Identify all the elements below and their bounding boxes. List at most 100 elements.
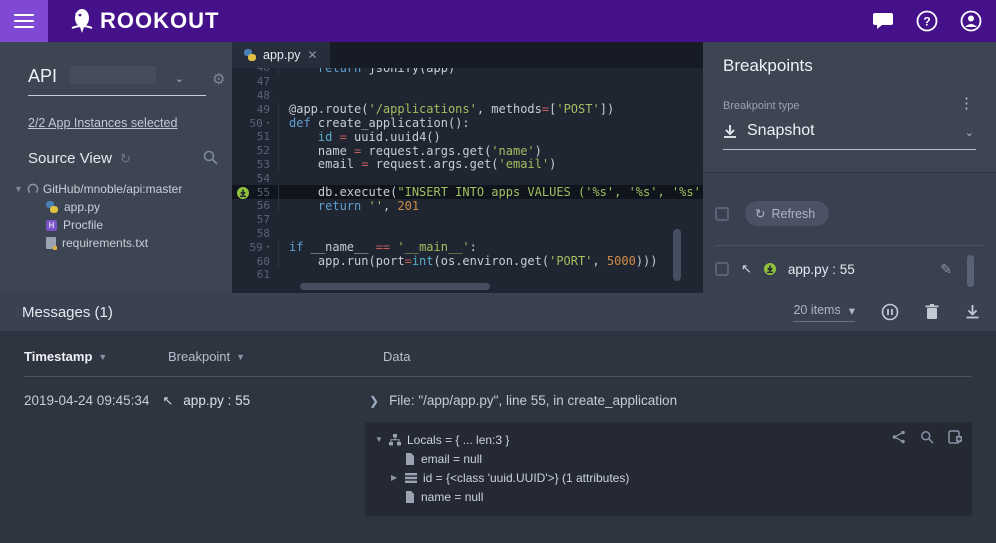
- panel-scrollbar[interactable]: [967, 255, 974, 287]
- messages-header: Messages (1) 20 items ▾: [0, 293, 996, 331]
- code-line-50[interactable]: 50▾def create_application():: [232, 116, 703, 130]
- tree-file-requirements-txt[interactable]: requirements.txt: [46, 236, 182, 250]
- messages-table-header: Timestamp▼ Breakpoint▼ Data: [24, 349, 972, 377]
- gutter-line-46[interactable]: 46: [232, 68, 278, 74]
- tree-file-Procfile[interactable]: HProcfile: [46, 218, 182, 232]
- app-select-placeholder: [70, 66, 156, 84]
- caret-right-icon[interactable]: ▶: [391, 473, 399, 482]
- svg-text:?: ?: [923, 15, 930, 29]
- chat-icon[interactable]: [872, 10, 894, 32]
- code-line-60[interactable]: 60 app.run(port=int(os.environ.get('PORT…: [232, 254, 703, 268]
- python-file-icon: [46, 201, 58, 213]
- gutter-line-48[interactable]: 48: [232, 89, 278, 102]
- code-line-49[interactable]: 49@app.route('/applications', methods=['…: [232, 102, 703, 116]
- column-header-breakpoint[interactable]: Breakpoint▼: [168, 349, 383, 364]
- edit-pencil-icon[interactable]: ✎: [940, 261, 952, 278]
- gutter-line-58[interactable]: 58: [232, 227, 278, 240]
- breakpoint-type-select[interactable]: Snapshot ⌄: [723, 122, 976, 150]
- code-line-53[interactable]: 53 email = request.args.get('email'): [232, 158, 703, 172]
- rookout-logo: ROOKOUT: [70, 8, 219, 34]
- file-leaf-icon: [405, 491, 415, 503]
- message-row[interactable]: 2019-04-24 09:45:34 ↖ app.py : 55 ❯ File…: [24, 393, 972, 516]
- messages-panel: Messages (1) 20 items ▾ Timestamp▼ Break…: [0, 293, 996, 543]
- column-header-data: Data: [383, 349, 972, 364]
- gutter-line-60[interactable]: 60: [232, 255, 278, 268]
- chevron-down-icon: ▾: [849, 303, 855, 318]
- chevron-down-icon: ⌄: [175, 72, 184, 85]
- tree-root-repo[interactable]: ▼ GitHub/mnoble/api:master: [14, 182, 182, 196]
- code-area[interactable]: 46 return jsonify(app)474849@app.route('…: [232, 68, 703, 293]
- gutter-line-54[interactable]: 54: [232, 172, 278, 185]
- locals-child-row[interactable]: name = null: [375, 487, 962, 506]
- gutter-line-57[interactable]: 57: [232, 213, 278, 226]
- kebab-menu-icon[interactable]: ⋮: [959, 94, 974, 112]
- tab-app-py[interactable]: app.py ✕: [232, 42, 330, 68]
- share-icon[interactable]: [892, 430, 906, 444]
- gutter-line-49[interactable]: 49: [232, 103, 278, 116]
- gutter-line-51[interactable]: 51: [232, 130, 278, 143]
- caret-down-icon: ▼: [375, 435, 383, 444]
- help-icon[interactable]: ?: [916, 10, 938, 32]
- close-icon[interactable]: ✕: [308, 48, 318, 62]
- fold-icon[interactable]: ▾: [266, 243, 270, 251]
- gutter-line-61[interactable]: 61: [232, 268, 278, 281]
- code-line-46[interactable]: 46 return jsonify(app): [232, 68, 703, 75]
- refresh-checkbox[interactable]: [715, 207, 729, 221]
- code-line-59[interactable]: 59▾if __name__ == '__main__':: [232, 240, 703, 254]
- breakpoint-checkbox[interactable]: [715, 262, 729, 276]
- logo-text: ROOKOUT: [100, 8, 219, 34]
- locals-child-row[interactable]: ▶id = {<class 'uuid.UUID'>} (1 attribute…: [375, 468, 962, 487]
- chevron-down-icon: ⌄: [965, 126, 974, 139]
- code-line-47[interactable]: 47: [232, 75, 703, 89]
- hamburger-menu-button[interactable]: [0, 0, 48, 42]
- app-select-dropdown[interactable]: API ⌄: [28, 66, 206, 96]
- tree-file-app-py[interactable]: app.py: [46, 200, 182, 214]
- gutter-line-59[interactable]: 59▾: [232, 241, 278, 254]
- app-instances-link[interactable]: 2/2 App Instances selected: [28, 116, 177, 130]
- code-line-52[interactable]: 52 name = request.args.get('name'): [232, 144, 703, 158]
- breakpoint-icon: [237, 187, 249, 199]
- gutter-line-55[interactable]: 55: [232, 186, 278, 199]
- breakpoint-type-label: Breakpoint type: [723, 100, 799, 112]
- breakpoint-type-value: Snapshot: [747, 122, 815, 140]
- sync-icon[interactable]: ↻: [120, 151, 131, 167]
- top-bar: ROOKOUT ?: [0, 0, 996, 42]
- profile-icon[interactable]: [960, 10, 982, 32]
- locals-child-row[interactable]: email = null: [375, 449, 962, 468]
- vertical-scrollbar[interactable]: [673, 229, 681, 281]
- code-line-61[interactable]: 61: [232, 268, 703, 282]
- gutter-line-52[interactable]: 52: [232, 144, 278, 157]
- breakpoint-list-item[interactable]: ↖app.py : 55✎: [715, 261, 986, 277]
- gutter-line-47[interactable]: 47: [232, 75, 278, 88]
- column-header-timestamp[interactable]: Timestamp▼: [24, 349, 168, 364]
- source-view-label: Source View: [28, 150, 112, 167]
- horizontal-scrollbar[interactable]: [300, 283, 490, 290]
- code-line-58[interactable]: 58: [232, 227, 703, 241]
- code-line-48[interactable]: 48: [232, 89, 703, 103]
- fold-icon[interactable]: ▾: [266, 119, 270, 127]
- arrow-up-left-icon: ↖: [741, 261, 752, 277]
- refresh-button[interactable]: ↻ Refresh: [745, 201, 829, 226]
- locals-root-row[interactable]: ▼ Locals = { ... len:3 }: [375, 430, 962, 449]
- download-icon[interactable]: [965, 304, 980, 320]
- gear-icon[interactable]: ⚙: [212, 70, 225, 88]
- procfile-icon: H: [46, 220, 57, 231]
- search-icon[interactable]: [203, 150, 218, 165]
- code-line-57[interactable]: 57: [232, 213, 703, 227]
- search-icon[interactable]: [920, 430, 934, 444]
- sort-icon: ▼: [236, 352, 245, 362]
- snapshot-icon: [723, 124, 737, 139]
- gutter-line-53[interactable]: 53: [232, 158, 278, 171]
- code-line-54[interactable]: 54: [232, 171, 703, 185]
- copy-plus-icon[interactable]: [948, 430, 962, 444]
- pause-icon[interactable]: [881, 303, 899, 321]
- stack-frame-summary[interactable]: ❯ File: "/app/app.py", line 55, in creat…: [369, 393, 972, 408]
- gutter-line-56[interactable]: 56: [232, 199, 278, 212]
- gutter-line-50[interactable]: 50▾: [232, 117, 278, 130]
- trash-icon[interactable]: [925, 304, 939, 320]
- editor-tab-bar: app.py ✕: [232, 42, 703, 68]
- items-per-page-select[interactable]: 20 items ▾: [793, 303, 855, 322]
- code-line-56[interactable]: 56 return '', 201: [232, 199, 703, 213]
- code-line-55[interactable]: 55 db.execute("INSERT INTO apps VALUES (…: [232, 185, 703, 199]
- code-line-51[interactable]: 51 id = uuid.uuid4(): [232, 130, 703, 144]
